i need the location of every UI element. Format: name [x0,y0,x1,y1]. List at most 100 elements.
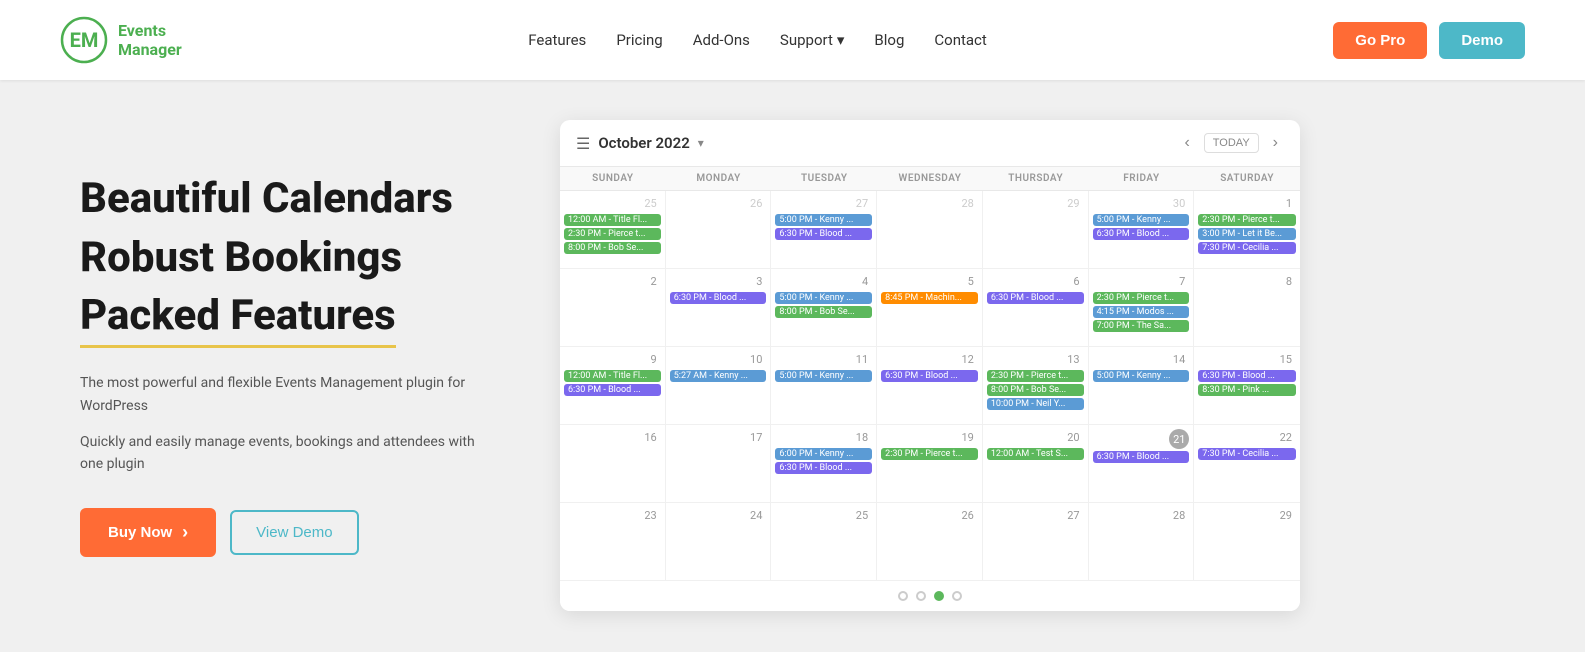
calendar-event[interactable]: 2:30 PM - Pierce t... [987,370,1084,382]
calendar-cell[interactable]: 115:00 PM - Kenny ... [771,347,877,424]
calendar-cell[interactable]: 66:30 PM - Blood ... [983,269,1089,346]
calendar-event[interactable]: 2:30 PM - Pierce t... [1198,214,1296,226]
calendar-cell[interactable]: 36:30 PM - Blood ... [666,269,772,346]
calendar-event[interactable]: 8:00 PM - Bob Se... [987,384,1084,396]
calendar-cell[interactable]: 26 [666,191,772,268]
calendar-dot-3[interactable] [952,591,962,601]
calendar-event[interactable]: 6:30 PM - Blood ... [987,292,1084,304]
calendar-cell[interactable]: 10 5:27 AM - Kenny ... [666,347,772,424]
logo[interactable]: EM Events Manager [60,16,182,64]
calendar-cell[interactable]: 192:30 PM - Pierce t... [877,425,983,502]
calendar-event[interactable]: 6:30 PM - Blood ... [775,228,872,240]
calendar-dropdown-icon[interactable]: ▾ [698,136,704,150]
go-pro-button[interactable]: Go Pro [1333,22,1427,59]
calendar-event[interactable]: 6:30 PM - Blood ... [670,292,767,304]
calendar-cell[interactable]: 58:45 PM - Machin... [877,269,983,346]
calendar-event[interactable]: 8:00 PM - Bob Se... [775,306,872,318]
hero-title-line3: Packed Features [80,291,396,348]
calendar-title-area: ☰ October 2022 ▾ [576,134,704,153]
calendar-cell[interactable]: 72:30 PM - Pierce t...4:15 PM - Modos ..… [1089,269,1195,346]
calendar-event[interactable]: 6:30 PM - Blood ... [564,384,661,396]
calendar-cell[interactable]: 2012:00 AM - Test S... [983,425,1089,502]
nav-support[interactable]: Support ▾ [780,31,844,49]
nav-blog[interactable]: Blog [874,31,904,49]
calendar-event[interactable]: 8:45 PM - Machin... [881,292,978,304]
calendar-dot-1[interactable] [916,591,926,601]
calendar-cell[interactable]: 29 [983,191,1089,268]
calendar-cell[interactable]: 23 [560,503,666,580]
main-nav: Features Pricing Add-Ons Support ▾ Blog … [528,31,987,49]
calendar-week: 2512:00 AM - Title Fl...2:30 PM - Pierce… [560,191,1300,269]
calendar-cell[interactable]: 186:00 PM - Kenny ...6:30 PM - Blood ... [771,425,877,502]
nav-features[interactable]: Features [528,31,586,49]
calendar-event[interactable]: 5:00 PM - Kenny ... [1093,370,1190,382]
calendar-dot-0[interactable] [898,591,908,601]
calendar-cell[interactable]: 2512:00 AM - Title Fl...2:30 PM - Pierce… [560,191,666,268]
buy-now-button[interactable]: Buy Now › [80,508,216,557]
calendar-next-button[interactable]: › [1267,132,1284,154]
calendar-event[interactable]: 3:00 PM - Let it Be... [1198,228,1296,240]
calendar-event[interactable]: 12:00 AM - Test S... [987,448,1084,460]
calendar-cell[interactable]: 227:30 PM - Cecilia ... [1194,425,1300,502]
calendar-date-number: 25 [775,507,872,524]
calendar-event[interactable]: 5:00 PM - Kenny ... [775,370,872,382]
calendar-event[interactable]: 6:30 PM - Blood ... [1198,370,1296,382]
calendar-event[interactable]: 5:00 PM - Kenny ... [775,214,872,226]
calendar-cell[interactable]: 27 [983,503,1089,580]
calendar-cell[interactable]: 12:30 PM - Pierce t...3:00 PM - Let it B… [1194,191,1300,268]
calendar-event[interactable]: 8:00 PM - Bob Se... [564,242,661,254]
calendar-event[interactable]: 4:15 PM - Modos ... [1093,306,1190,318]
calendar-cell[interactable]: 16 [560,425,666,502]
calendar-event[interactable]: 5:27 AM - Kenny ... [670,370,767,382]
calendar-date-number: 10 [670,351,767,368]
calendar-cell[interactable]: 17 [666,425,772,502]
calendar-cell[interactable]: 912:00 AM - Title Fl...6:30 PM - Blood .… [560,347,666,424]
calendar-event[interactable]: 5:00 PM - Kenny ... [775,292,872,304]
calendar-event[interactable]: 6:30 PM - Blood ... [775,462,872,474]
calendar-cell[interactable]: 2 [560,269,666,346]
calendar-event[interactable]: 2:30 PM - Pierce t... [1093,292,1190,304]
calendar-event[interactable]: 10:00 PM - Neil Y... [987,398,1084,410]
calendar-event[interactable]: 2:30 PM - Pierce t... [881,448,978,460]
calendar-event[interactable]: 8:30 PM - Pink ... [1198,384,1296,396]
calendar-event[interactable]: 7:30 PM - Cecilia ... [1198,242,1296,254]
calendar-date-number: 27 [775,195,872,212]
calendar-cell[interactable]: 25 [771,503,877,580]
calendar-cell[interactable]: 156:30 PM - Blood ...8:30 PM - Pink ... [1194,347,1300,424]
nav-contact[interactable]: Contact [934,31,986,49]
calendar-event[interactable]: 2:30 PM - Pierce t... [564,228,661,240]
calendar-event[interactable]: 6:30 PM - Blood ... [881,370,978,382]
calendar-dot-2[interactable] [934,591,944,601]
day-wednesday: WEDNESDAY [877,167,983,190]
calendar-cell[interactable]: 8 [1194,269,1300,346]
calendar-cell[interactable]: 132:30 PM - Pierce t...8:00 PM - Bob Se.… [983,347,1089,424]
calendar-date-number: 29 [987,195,1084,212]
calendar-event[interactable]: 6:00 PM - Kenny ... [775,448,872,460]
calendar-cell[interactable]: 28 [1089,503,1195,580]
calendar-cell[interactable]: 26 [877,503,983,580]
calendar-event[interactable]: 6:30 PM - Blood ... [1093,228,1190,240]
calendar-event[interactable]: 7:30 PM - Cecilia ... [1198,448,1296,460]
calendar-cell[interactable]: 305:00 PM - Kenny ...6:30 PM - Blood ... [1089,191,1195,268]
calendar-cell[interactable]: 29 [1194,503,1300,580]
calendar-cell[interactable]: 45:00 PM - Kenny ...8:00 PM - Bob Se... [771,269,877,346]
view-demo-button[interactable]: View Demo [230,510,358,555]
calendar-event[interactable]: 12:00 AM - Title Fl... [564,214,661,226]
calendar-cell[interactable]: 126:30 PM - Blood ... [877,347,983,424]
calendar-header: ☰ October 2022 ▾ ‹ TODAY › [560,120,1300,167]
calendar-date-number: 17 [670,429,767,446]
calendar-prev-button[interactable]: ‹ [1178,132,1195,154]
calendar-cell[interactable]: 145:00 PM - Kenny ... [1089,347,1195,424]
calendar-today-button[interactable]: TODAY [1204,133,1259,153]
calendar-event[interactable]: 5:00 PM - Kenny ... [1093,214,1190,226]
calendar-event[interactable]: 7:00 PM - The Sa... [1093,320,1190,332]
calendar-event[interactable]: 6:30 PM - Blood ... [1093,451,1190,463]
calendar-cell[interactable]: 28 [877,191,983,268]
calendar-event[interactable]: 12:00 AM - Title Fl... [564,370,661,382]
nav-pricing[interactable]: Pricing [616,31,662,49]
nav-addons[interactable]: Add-Ons [693,31,750,49]
calendar-cell[interactable]: 24 [666,503,772,580]
calendar-cell[interactable]: 216:30 PM - Blood ... [1089,425,1195,502]
calendar-cell[interactable]: 27 5:00 PM - Kenny ... 6:30 PM - Blood ... [771,191,877,268]
demo-button[interactable]: Demo [1439,22,1525,59]
